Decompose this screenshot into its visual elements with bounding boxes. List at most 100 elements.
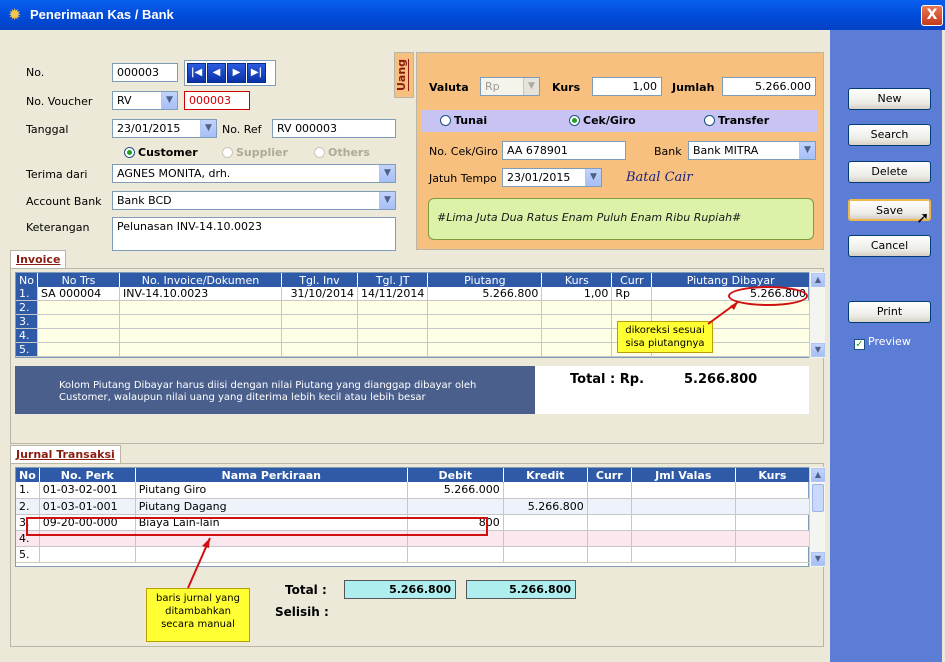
valuta-select[interactable]: Rp ▼ xyxy=(480,77,540,96)
cell-notrs[interactable]: SA 000004 xyxy=(37,287,120,301)
cell-piutang[interactable] xyxy=(427,300,543,315)
cell-noinvoice[interactable] xyxy=(119,300,282,315)
prev-record-icon[interactable]: ◀ xyxy=(207,63,226,83)
cell-curr[interactable] xyxy=(587,498,632,515)
cell-kurs[interactable]: 1,00 xyxy=(541,287,613,301)
col-curr[interactable]: Curr xyxy=(611,273,653,287)
cell-tglinv[interactable] xyxy=(281,328,358,343)
tanggal-picker[interactable]: 23/01/2015 ▼ xyxy=(112,119,217,138)
chevron-up-icon[interactable]: ▲ xyxy=(811,273,825,287)
col-nama[interactable]: Nama Perkiraan xyxy=(135,468,408,482)
table-row[interactable]: 1. SA 000004 INV-14.10.0023 31/10/2014 1… xyxy=(16,287,810,301)
invoice-scrollbar[interactable]: ▲ ▼ xyxy=(809,272,825,358)
cell-notrs[interactable] xyxy=(37,328,120,343)
chevron-down-icon[interactable]: ▼ xyxy=(161,92,177,109)
radio-cekgiro[interactable]: Cek/Giro xyxy=(569,114,636,127)
cell-kurs[interactable] xyxy=(541,314,613,329)
cell-jmlvalas[interactable] xyxy=(631,514,736,531)
radio-transfer[interactable]: Transfer xyxy=(704,114,769,127)
nocek-field[interactable]: AA 678901 xyxy=(502,141,626,160)
col-notrs[interactable]: No Trs xyxy=(37,273,120,287)
scroll-thumb[interactable] xyxy=(812,484,824,512)
col-kurs[interactable]: Kurs xyxy=(541,273,613,287)
cell-kurs[interactable] xyxy=(541,300,613,315)
col-dibayar[interactable]: Piutang Dibayar xyxy=(651,273,810,287)
tab-uang[interactable]: Uang xyxy=(394,52,414,98)
col-noperk[interactable]: No. Perk xyxy=(39,468,136,482)
cell-kredit[interactable] xyxy=(503,546,588,563)
chevron-down-icon[interactable]: ▼ xyxy=(585,169,601,186)
cell-debit[interactable] xyxy=(407,498,504,515)
cell-piutang[interactable] xyxy=(427,342,543,357)
next-record-icon[interactable]: ▶ xyxy=(227,63,246,83)
cell-tgljt[interactable] xyxy=(357,342,429,357)
jatuh-picker[interactable]: 23/01/2015 ▼ xyxy=(502,168,602,187)
col-debit[interactable]: Debit xyxy=(407,468,504,482)
cell-noinvoice[interactable] xyxy=(119,314,282,329)
col-no[interactable]: No xyxy=(16,468,40,482)
noref-field[interactable]: RV 000003 xyxy=(272,119,396,138)
cell-tglinv[interactable]: 31/10/2014 xyxy=(281,287,358,301)
chevron-down-icon[interactable]: ▼ xyxy=(379,165,395,182)
cell-tgljt[interactable] xyxy=(357,314,429,329)
cell-notrs[interactable] xyxy=(37,342,120,357)
cell-jmlvalas[interactable] xyxy=(631,482,736,499)
table-row[interactable]: 2. 01-03-01-001 Piutang Dagang 5.266.800 xyxy=(16,498,811,515)
cell-kurs[interactable] xyxy=(541,342,613,357)
col-kredit[interactable]: Kredit xyxy=(503,468,588,482)
first-record-icon[interactable]: |◀ xyxy=(187,63,206,83)
print-button[interactable]: Print xyxy=(848,301,931,323)
chevron-down-icon[interactable]: ▼ xyxy=(799,142,815,159)
cell-kredit[interactable] xyxy=(503,514,588,531)
chevron-down-icon[interactable]: ▼ xyxy=(811,552,825,566)
cell-kurs[interactable] xyxy=(735,546,811,563)
cell-tgljt[interactable] xyxy=(357,328,429,343)
cell-debit[interactable]: 5.266.000 xyxy=(407,482,504,499)
cell-kredit[interactable] xyxy=(503,482,588,499)
cell-noinvoice[interactable] xyxy=(119,328,282,343)
delete-button[interactable]: Delete xyxy=(848,161,931,183)
new-button[interactable]: New xyxy=(848,88,931,110)
cell-tgljt[interactable] xyxy=(357,300,429,315)
cell-jmlvalas[interactable] xyxy=(631,530,736,547)
cell-piutang[interactable] xyxy=(427,328,543,343)
account-select[interactable]: Bank BCD ▼ xyxy=(112,191,396,210)
close-button[interactable]: X xyxy=(921,5,943,26)
tab-invoice[interactable]: Invoice xyxy=(10,250,67,268)
cell-tgljt[interactable]: 14/11/2014 xyxy=(357,287,429,301)
cell-notrs[interactable] xyxy=(37,314,120,329)
cell-kredit[interactable]: 5.266.800 xyxy=(503,498,588,515)
cell-curr[interactable] xyxy=(587,530,632,547)
radio-supplier[interactable]: Supplier xyxy=(222,146,288,159)
chevron-up-icon[interactable]: ▲ xyxy=(811,468,825,482)
col-curr[interactable]: Curr xyxy=(587,468,632,482)
col-noinvoice[interactable]: No. Invoice/Dokumen xyxy=(119,273,282,287)
cell-kredit[interactable] xyxy=(503,530,588,547)
radio-tunai[interactable]: Tunai xyxy=(440,114,487,127)
cell-tglinv[interactable] xyxy=(281,300,358,315)
cell-kurs[interactable] xyxy=(735,514,811,531)
cell-nama[interactable]: Piutang Dagang xyxy=(135,498,408,515)
cell-debit[interactable] xyxy=(407,546,504,563)
cell-jmlvalas[interactable] xyxy=(631,546,736,563)
cell-curr[interactable] xyxy=(611,300,653,315)
jurnal-scrollbar[interactable]: ▲ ▼ xyxy=(809,467,825,567)
table-row[interactable]: 1. 01-03-02-001 Piutang Giro 5.266.000 xyxy=(16,482,811,499)
cell-tglinv[interactable] xyxy=(281,314,358,329)
radio-customer[interactable]: Customer xyxy=(124,146,198,159)
col-jmlvalas[interactable]: Jml Valas xyxy=(631,468,736,482)
cell-noperk[interactable]: 01-03-01-001 xyxy=(39,498,136,515)
cell-kurs[interactable] xyxy=(735,530,811,547)
tab-jurnal[interactable]: Jurnal Transaksi xyxy=(10,445,121,463)
cell-curr[interactable] xyxy=(587,546,632,563)
last-record-icon[interactable]: ▶| xyxy=(247,63,266,83)
table-row[interactable]: 2. xyxy=(16,300,810,315)
cell-kurs[interactable] xyxy=(541,328,613,343)
cell-curr[interactable]: Rp xyxy=(611,287,653,301)
cell-kurs[interactable] xyxy=(735,498,811,515)
preview-checkbox[interactable]: ✓ Preview xyxy=(854,335,911,350)
cell-piutang[interactable] xyxy=(427,314,543,329)
keterangan-field[interactable]: Pelunasan INV-14.10.0023 xyxy=(112,217,396,251)
table-row[interactable]: 5. xyxy=(16,546,811,563)
chevron-down-icon[interactable]: ▼ xyxy=(523,78,539,95)
